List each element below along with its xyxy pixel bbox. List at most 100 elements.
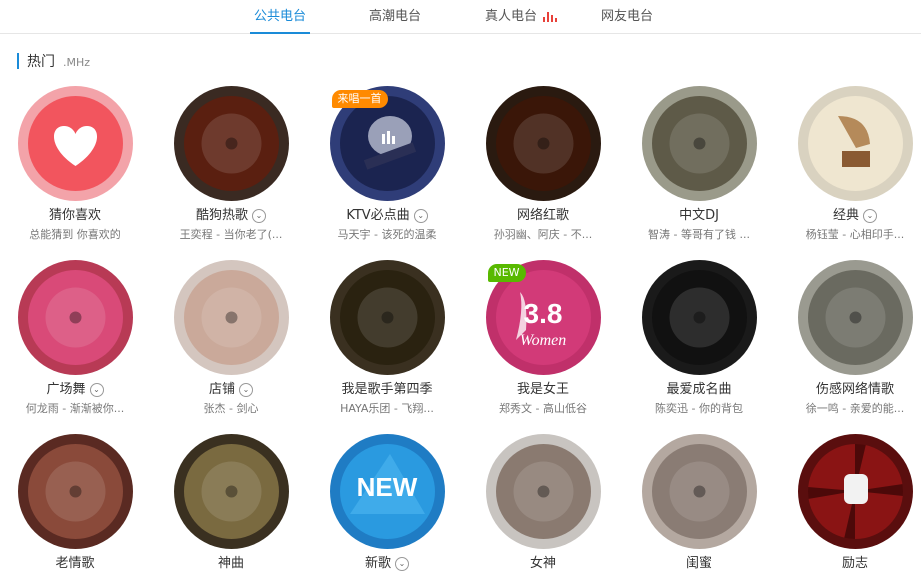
chevron-down-icon[interactable]: ⌄ [395,556,409,571]
station-card[interactable]: 经典 ⌄ 杨钰莹 - 心相印手... [785,86,921,242]
chevron-down-icon[interactable]: ⌄ [239,382,253,397]
station-cover[interactable] [173,434,289,549]
station-now-playing: HAYA乐团 - 飞翔... [340,402,434,415]
station-cover[interactable] [17,434,133,549]
station-name: 闺蜜 [629,555,769,573]
cover-art-text: 3.8 [523,298,563,329]
cover-art-subtext: Women [519,332,567,349]
station-card[interactable]: 最爱成名曲陈奕迅 - 你的背包 [629,260,769,416]
station-name: 我是女王 [473,381,613,399]
station-now-playing: 马天宇 - 该死的温柔 [337,228,437,241]
station-cover[interactable] [797,86,913,201]
gramophone-icon [807,96,903,191]
station-name-label: 闺蜜 [685,556,712,571]
station-now-playing: 陈奕迅 - 你的背包 [655,402,743,415]
station-badge: 来唱一首 [331,90,388,108]
station-card[interactable]: 网络红歌 孙羽幽、阿庆 - 不... [473,86,613,242]
station-name: 我是歌手第四季 [317,381,457,399]
station-card[interactable]: 我是歌手第四季 HAYA乐团 - 飞翔... [317,260,457,416]
station-card[interactable]: NEW 新歌 ⌄ [317,434,457,573]
station-name: KTV必点曲 ⌄ [317,207,457,225]
chevron-down-icon[interactable]: ⌄ [252,208,266,223]
station-cover[interactable] [329,260,445,375]
station-badge: NEW [487,264,526,282]
station-name: 女神 [473,555,613,573]
tab-live-radio[interactable]: 真人电台 [485,0,558,33]
trophy-logo-icon [339,270,435,365]
station-card[interactable]: 来唱一首 KTV必点曲 ⌄ 马天宇 - 该死的温柔 [317,86,457,242]
singer-portrait-icon [27,444,123,539]
station-name-label: 神曲 [217,556,244,571]
station-card[interactable]: 励志 [785,434,921,573]
station-cover[interactable] [17,260,133,375]
station-name-label: 老情歌 [55,556,95,571]
station-cover[interactable]: 来唱一首 [329,86,445,201]
portrait-icon [807,270,903,365]
microphone-icon [339,96,435,191]
station-name: 网络红歌 [473,207,613,225]
fire-clef-icon [495,96,591,191]
station-name-label: 网络红歌 [516,208,569,223]
station-name: 老情歌 [5,555,145,573]
station-cover[interactable] [797,434,913,549]
equalizer-icon [543,11,558,22]
station-name: 最爱成名曲 [629,381,769,399]
station-name-label: KTV必点曲 [346,208,410,223]
dj-turntable-icon [651,96,747,191]
station-cover[interactable] [485,86,601,201]
chevron-down-icon[interactable]: ⌄ [863,208,877,223]
station-cover[interactable] [17,86,133,201]
radio-tab-bar: 公共电台 高潮电台 真人电台 网友电台 [0,0,921,34]
station-name: 新歌 ⌄ [317,555,457,573]
station-card[interactable]: 闺蜜 [629,434,769,573]
station-cover[interactable] [485,434,601,549]
station-name: 伤感网络情歌 [785,381,921,399]
station-card[interactable]: 酷狗热歌 ⌄ 王奕程 - 当你老了(... [161,86,301,242]
station-name-label: 励志 [841,556,868,571]
station-now-playing: 总能猜到 你喜欢的 [29,228,121,241]
station-card[interactable]: 猜你喜欢总能猜到 你喜欢的 [5,86,145,242]
station-name: 中文DJ [629,207,769,225]
chevron-down-icon[interactable]: ⌄ [89,382,104,397]
station-now-playing: 王奕程 - 当你老了(... [179,228,283,241]
station-card[interactable]: 神曲 [161,434,301,573]
station-cover[interactable] [797,260,913,375]
station-name-label: 女神 [529,556,556,571]
tab-public-radio[interactable]: 公共电台 [249,0,311,34]
station-cover[interactable] [173,86,289,201]
station-cover[interactable]: NEW [329,434,445,549]
station-cover[interactable] [173,260,289,375]
tab-user-radio[interactable]: 网友电台 [601,0,653,33]
station-card[interactable]: 店铺 ⌄ 张杰 - 剑心 [161,260,301,416]
station-card[interactable]: 中文DJ 智涛 - 等哥有了钱 ... [629,86,769,242]
station-card[interactable]: 广场舞 ⌄ 何龙雨 - 渐渐被你... [5,260,145,416]
station-cover[interactable]: 3.8 Women NEW [485,260,601,375]
station-now-playing: 郑秀文 - 高山低谷 [499,402,587,415]
chevron-down-icon[interactable]: ⌄ [413,208,428,223]
dancers-icon [27,270,123,365]
station-cover[interactable] [641,86,757,201]
station-card[interactable]: 女神 [473,434,613,573]
station-name: 经典 ⌄ [785,207,921,225]
station-name: 酷狗热歌 ⌄ [161,207,301,225]
tab-climax-radio[interactable]: 高潮电台 [369,0,421,33]
raised-fist-icon [807,444,903,539]
station-name: 神曲 [161,555,301,573]
station-cover[interactable] [641,434,757,549]
section-title: 热门 [27,54,55,70]
station-name-label: 店铺 [208,382,235,397]
section-subtitle: .MHz [63,56,91,69]
station-card[interactable]: 3.8 Women NEW 我是女王郑秀文 - 高山低谷 [473,260,613,416]
station-cover[interactable] [641,260,757,375]
station-card[interactable]: 老情歌 [5,434,145,573]
fire-vinyl-icon [183,96,279,191]
station-name: 猜你喜欢 [5,207,145,225]
section-header-hot: 热门 .MHz [17,52,90,70]
station-card[interactable]: 伤感网络情歌 徐一鸣 - 亲爱的能... [785,260,921,416]
vintage-mic-icon [651,270,747,365]
heart-icon [27,96,123,191]
shopping-bags-icon [183,270,279,365]
station-name-label: 我是歌手第四季 [341,382,433,397]
station-name-label: 猜你喜欢 [48,208,101,223]
cover-art-text: NEW [356,472,418,502]
